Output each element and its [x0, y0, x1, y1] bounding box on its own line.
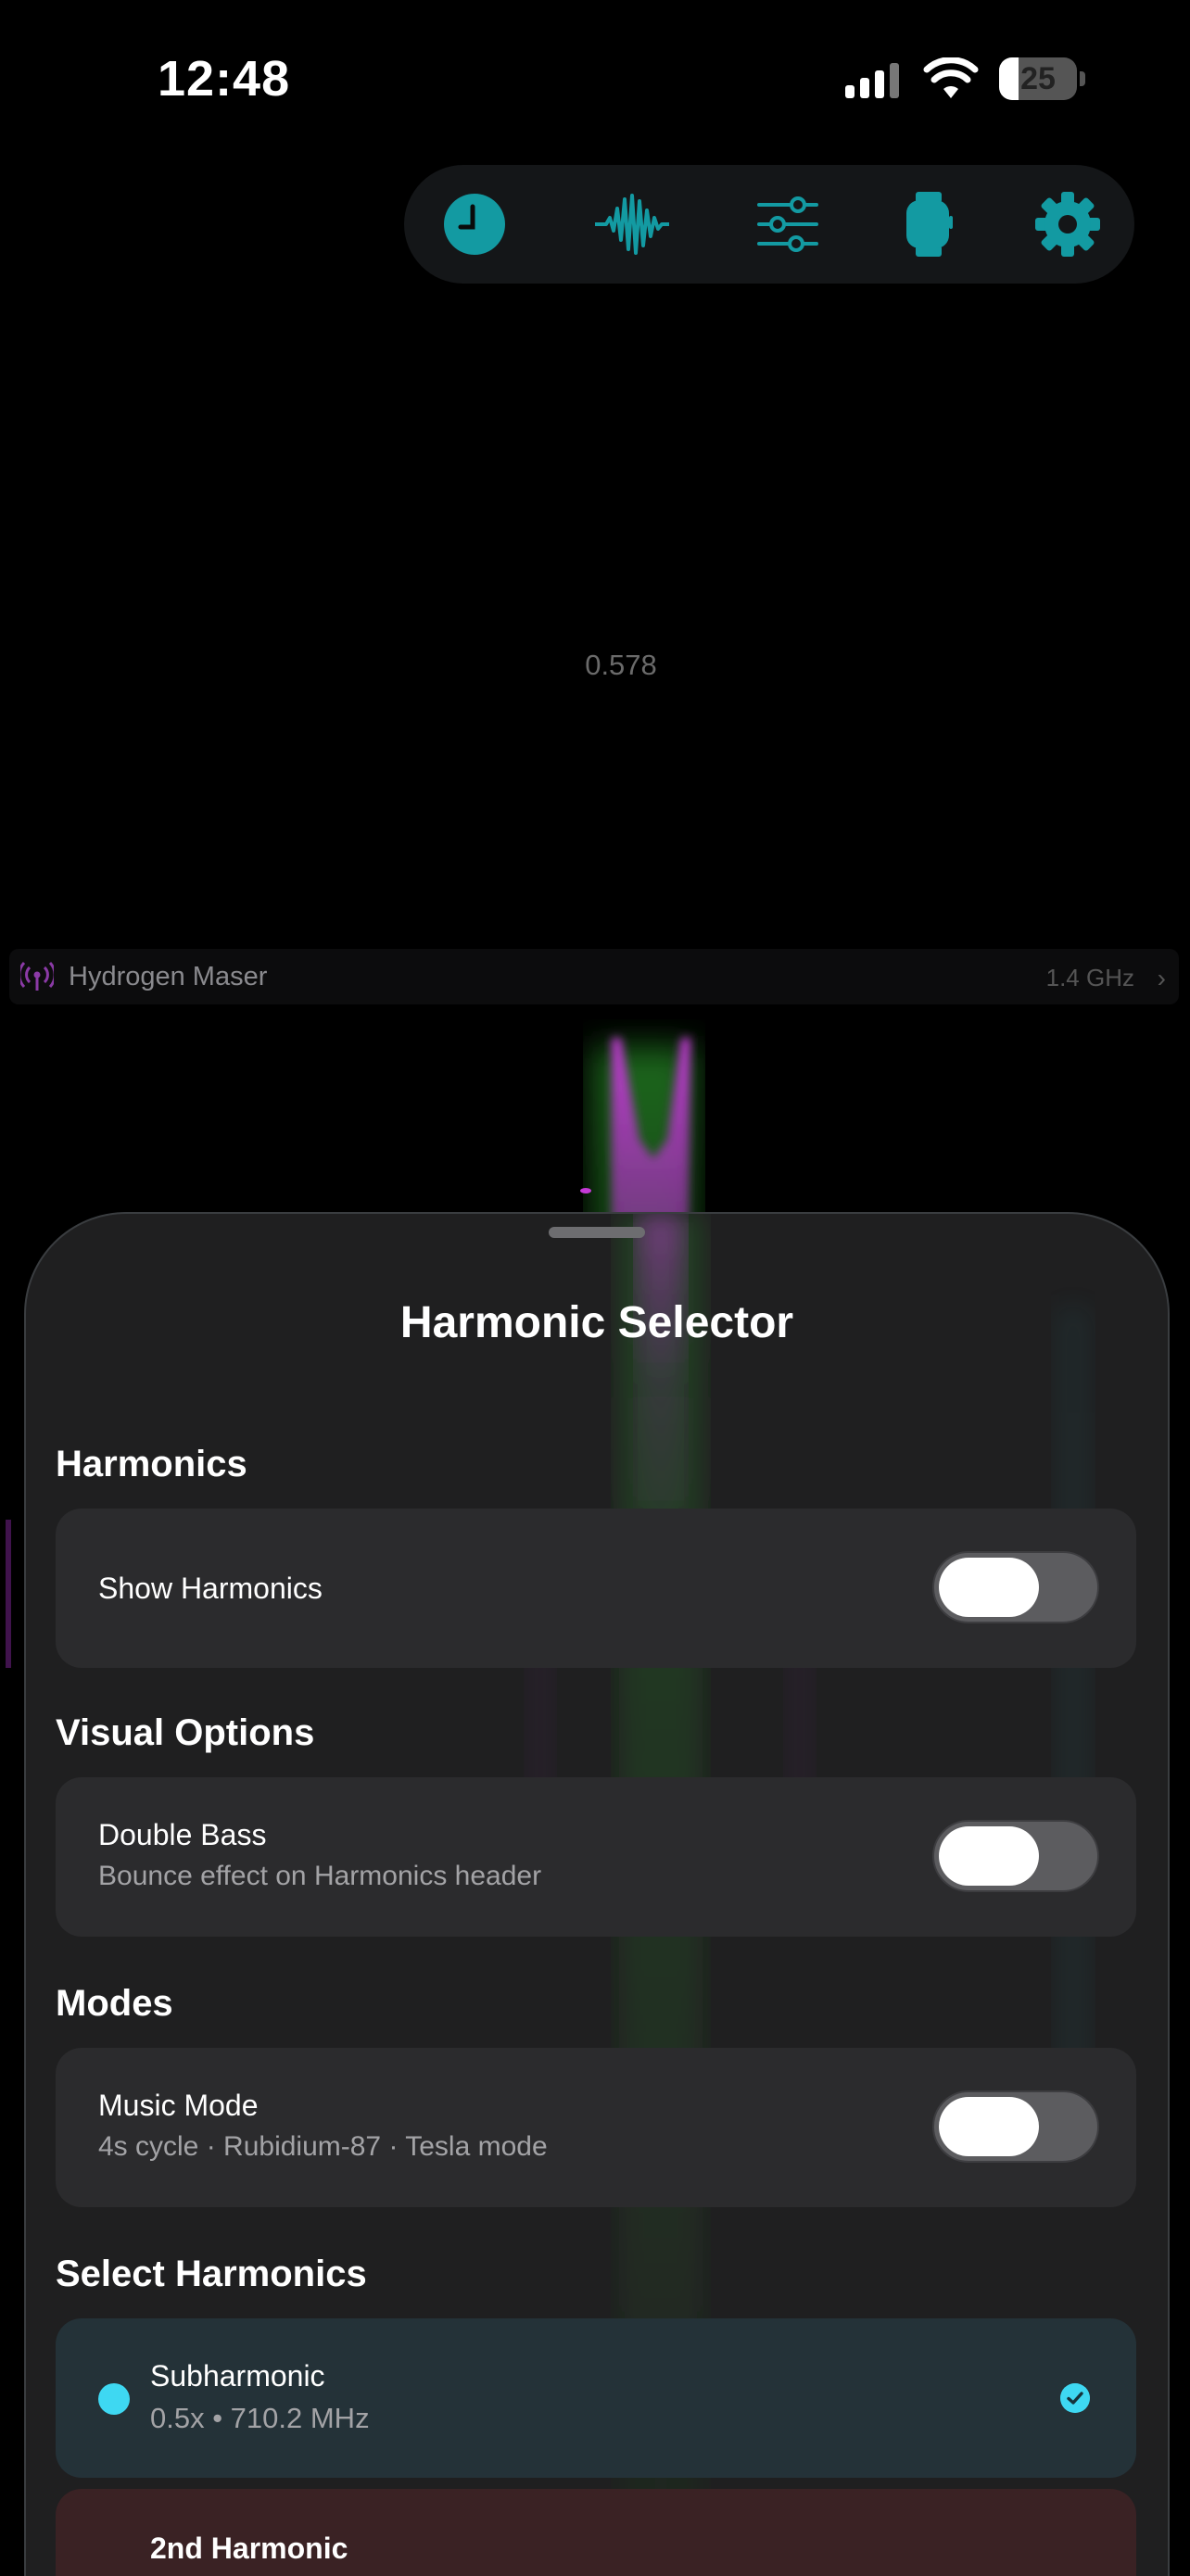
section-title-select-harmonics: Select Harmonics — [56, 2254, 367, 2294]
section-title-visual-options: Visual Options — [56, 1712, 315, 1753]
show-harmonics-label: Show Harmonics — [98, 1572, 323, 1605]
checkmark-icon — [1060, 2383, 1090, 2413]
source-frequency: 1.4 GHz — [1045, 964, 1134, 991]
harmonic-name: 2nd Harmonic — [150, 2532, 348, 2565]
harmonic-item-2nd[interactable]: 2nd Harmonic — [56, 2489, 1136, 2576]
double-bass-toggle[interactable] — [932, 1820, 1099, 1892]
harmonic-detail: 0.5x • 710.2 MHz — [150, 2402, 370, 2434]
double-bass-subtitle: Bounce effect on Harmonics header — [98, 1861, 542, 1891]
top-toolbar — [404, 165, 1134, 284]
sheet-grabber[interactable] — [549, 1227, 645, 1238]
section-title-modes: Modes — [56, 1983, 173, 2024]
battery-percent: 25 — [1020, 61, 1056, 96]
show-harmonics-toggle[interactable] — [932, 1551, 1099, 1623]
status-bar: 12:48 25 — [0, 0, 1190, 158]
harmonic-color-dot — [98, 2383, 130, 2415]
show-harmonics-row: Show Harmonics — [56, 1509, 1136, 1668]
reading-value: 0.578 — [585, 649, 657, 681]
harmonic-name: Subharmonic — [150, 2359, 325, 2393]
sheet-title: Harmonic Selector — [399, 1298, 794, 1347]
wifi-icon — [923, 57, 979, 98]
waveform-button[interactable] — [591, 183, 673, 265]
sliders-icon — [757, 196, 818, 252]
watch-button[interactable] — [888, 183, 969, 265]
settings-button[interactable] — [1027, 183, 1108, 265]
double-bass-label: Double Bass — [98, 1818, 267, 1851]
music-mode-label: Music Mode — [98, 2089, 259, 2122]
antenna-icon — [20, 961, 54, 991]
sliders-button[interactable] — [747, 183, 829, 265]
battery-icon: 25 — [999, 57, 1085, 102]
section-title-harmonics: Harmonics — [56, 1444, 247, 1484]
status-time: 12:48 — [158, 51, 291, 107]
waveform-icon — [595, 194, 669, 255]
watch-icon — [906, 192, 953, 257]
chevron-right-icon: › — [1157, 964, 1166, 992]
cellular-signal-icon — [845, 63, 899, 98]
source-name: Hydrogen Maser — [69, 962, 268, 991]
music-mode-toggle[interactable] — [932, 2090, 1099, 2163]
harmonic-item-subharmonic[interactable]: Subharmonic 0.5x • 710.2 MHz — [56, 2318, 1136, 2478]
clock-icon — [444, 194, 505, 255]
double-bass-row: Double Bass Bounce effect on Harmonics h… — [56, 1777, 1136, 1937]
music-mode-row: Music Mode 4s cycle · Rubidium-87 · Tesl… — [56, 2048, 1136, 2207]
harmonic-selector-sheet: Harmonic Selector Harmonics Show Harmoni… — [24, 1212, 1170, 2576]
clock-button[interactable] — [434, 183, 515, 265]
gear-icon — [1035, 192, 1100, 257]
music-mode-subtitle: 4s cycle · Rubidium-87 · Tesla mode — [98, 2131, 548, 2162]
source-row[interactable]: Hydrogen Maser 1.4 GHz › — [9, 949, 1179, 1004]
